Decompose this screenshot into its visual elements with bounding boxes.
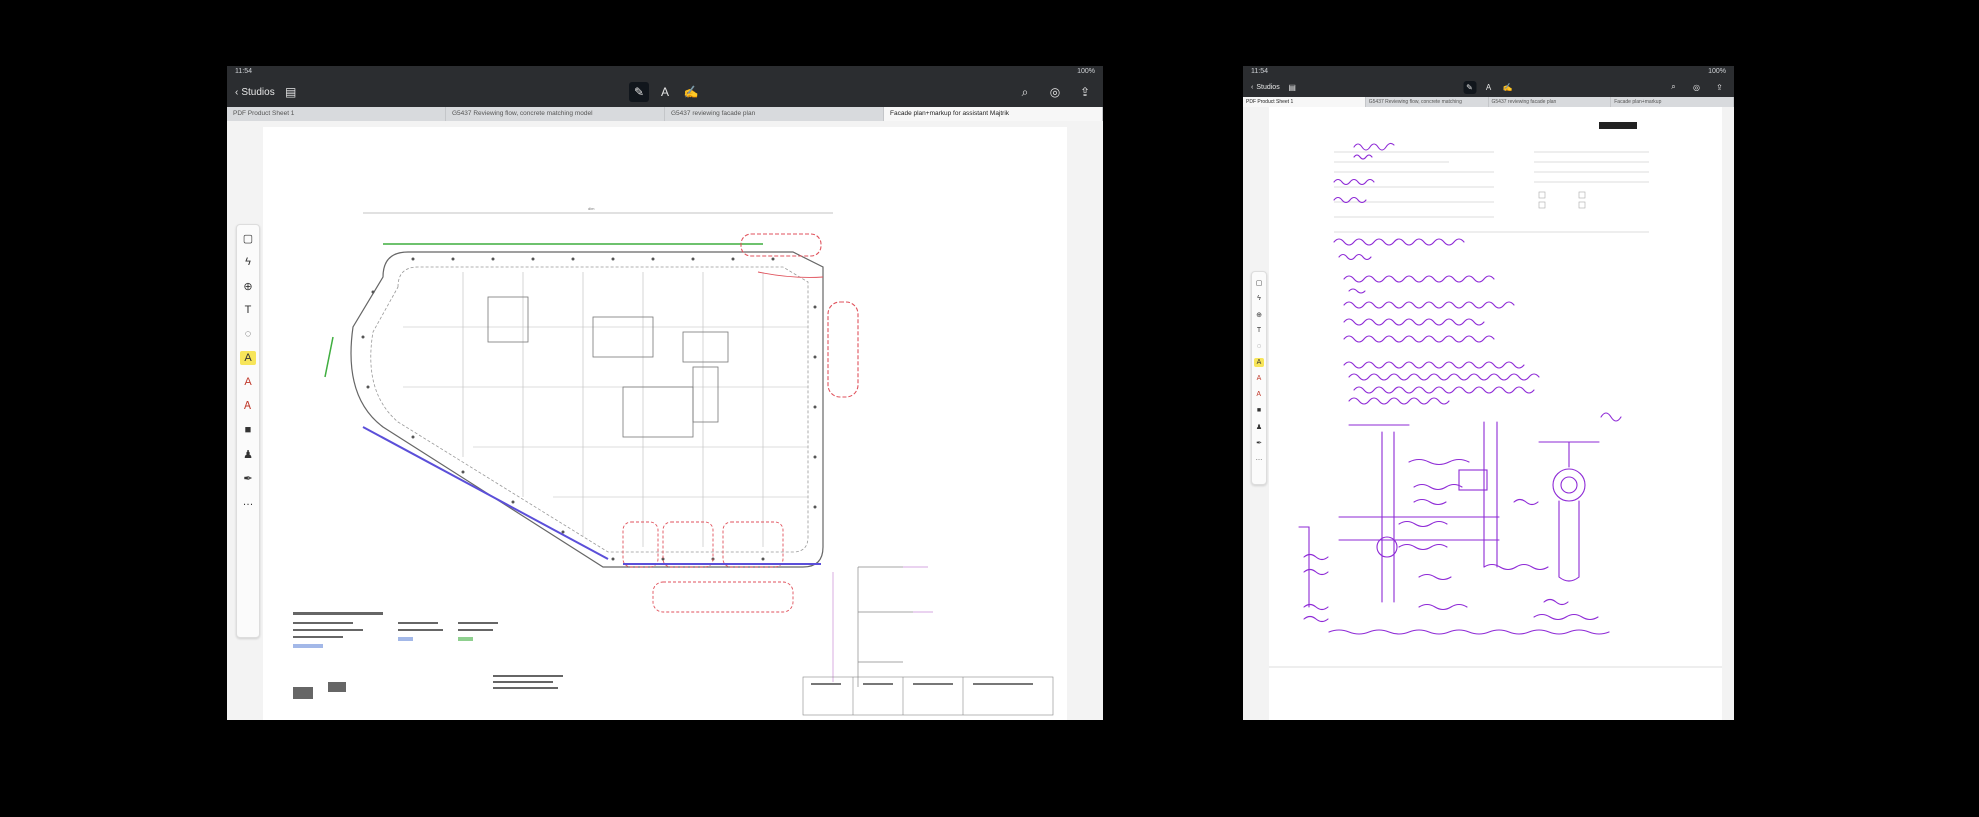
status-bar: 11:54 100%: [1243, 66, 1734, 77]
highlight-icon[interactable]: A: [1254, 358, 1264, 367]
tab-doc-3[interactable]: G5437 reviewing facade plan: [665, 107, 884, 121]
search-icon[interactable]: ⌕: [1667, 81, 1680, 94]
glasses-icon[interactable]: ◎: [1690, 81, 1703, 94]
tab-doc-2[interactable]: G5437 Reviewing flow, concrete matching …: [446, 107, 665, 121]
svg-text:dim: dim: [588, 206, 595, 211]
floor-plan-drawing: dim: [293, 206, 1054, 716]
share-icon[interactable]: ⇪: [1713, 81, 1726, 94]
search-icon[interactable]: ⌕: [1015, 82, 1035, 102]
handwritten-site-note: [1269, 122, 1722, 668]
chevron-left-icon: ‹: [235, 86, 239, 98]
document-tabs: PDF Product Sheet 1 G5437 Reviewing flow…: [227, 107, 1103, 121]
annotation-toolbar: ▢ ϟ ⊕ T ◌ A A Ꭺ ■ ♟ ✒ …: [1251, 271, 1267, 485]
tab-doc-4[interactable]: Facade plan+markup: [1611, 97, 1734, 107]
lightning-icon[interactable]: ϟ: [240, 255, 256, 269]
marker-icon[interactable]: ✒: [1254, 438, 1264, 447]
camera-icon[interactable]: ■: [1254, 406, 1264, 415]
app-toolbar: ‹ Studios ▤ ✎ A ✍ ⌕ ◎ ⇪: [227, 77, 1103, 107]
sidebar-toggle-icon[interactable]: ▤: [281, 82, 301, 102]
camera-icon[interactable]: ■: [240, 423, 256, 437]
annotation-toolbar: ▢ ϟ ⊕ T ◌ A A Ꭺ ■ ♟ ✒ …: [236, 224, 260, 638]
tab-doc-1[interactable]: PDF Product Sheet 1: [1243, 97, 1366, 107]
back-button[interactable]: ‹ Studios: [235, 87, 275, 98]
note-icon[interactable]: ✍: [681, 82, 701, 102]
status-bar: 11:54 100%: [227, 66, 1103, 77]
pen-icon[interactable]: ✎: [1463, 80, 1476, 94]
select-icon[interactable]: ▢: [1254, 278, 1264, 287]
chevron-left-icon: ‹: [1251, 83, 1254, 91]
text-icon[interactable]: T: [240, 303, 256, 317]
stamp-icon[interactable]: A: [1254, 374, 1264, 383]
tab-doc-2[interactable]: G5437 Reviewing flow, concrete matching: [1366, 97, 1489, 107]
site-note-sheet[interactable]: [1269, 107, 1722, 720]
left-ipad-screen: 11:54 100% ‹ Studios ▤ ✎ A ✍ ⌕ ◎ ⇪ PDF Pro…: [227, 66, 1103, 720]
app-toolbar: ‹ Studios ▤ ✎ A ✍ ⌕ ◎ ⇪: [1243, 77, 1734, 97]
share-icon[interactable]: ⇪: [1075, 82, 1095, 102]
highlighter-icon[interactable]: A: [655, 82, 675, 102]
highlight-icon[interactable]: A: [240, 351, 256, 365]
person-icon[interactable]: ♟: [240, 447, 256, 461]
right-ipad-screen: 11:54 100% ‹ Studios ▤ ✎ A ✍ ⌕ ◎ ⇪ PDF Pro…: [1243, 66, 1734, 720]
document-tabs: PDF Product Sheet 1 G5437 Reviewing flow…: [1243, 97, 1734, 107]
text-icon[interactable]: T: [1254, 326, 1264, 335]
pencil-icon[interactable]: Ꭺ: [1254, 390, 1264, 399]
tab-doc-1[interactable]: PDF Product Sheet 1: [227, 107, 446, 121]
marker-icon[interactable]: ✒: [240, 471, 256, 485]
person-icon[interactable]: ♟: [1254, 422, 1264, 431]
back-button[interactable]: ‹ Studios: [1251, 84, 1280, 91]
lightning-icon[interactable]: ϟ: [1254, 294, 1264, 303]
sidebar-toggle-icon[interactable]: ▤: [1286, 81, 1299, 94]
highlighter-icon[interactable]: A: [1482, 81, 1495, 94]
pen-icon[interactable]: ✎: [629, 82, 649, 102]
floor-plan-sheet[interactable]: dim: [263, 127, 1067, 720]
pencil-icon[interactable]: Ꭺ: [240, 399, 256, 413]
zoom-icon[interactable]: ⊕: [240, 279, 256, 293]
shape-icon[interactable]: ◌: [1254, 342, 1264, 351]
more-icon[interactable]: …: [1254, 454, 1264, 463]
zoom-icon[interactable]: ⊕: [1254, 310, 1264, 319]
stamp-icon[interactable]: A: [240, 375, 256, 389]
select-icon[interactable]: ▢: [240, 231, 256, 245]
tab-doc-4[interactable]: Facade plan+markup for assistant Majtrik: [884, 107, 1103, 121]
note-icon[interactable]: ✍: [1501, 81, 1514, 94]
more-icon[interactable]: …: [240, 495, 256, 509]
shape-icon[interactable]: ◌: [240, 327, 256, 341]
glasses-icon[interactable]: ◎: [1045, 82, 1065, 102]
tab-doc-3[interactable]: G5437 reviewing facade plan: [1489, 97, 1612, 107]
